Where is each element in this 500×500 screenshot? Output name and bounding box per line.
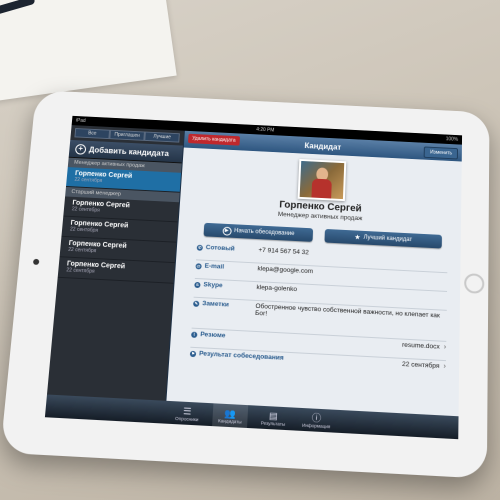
star-icon: ★ [354, 234, 361, 242]
flag-icon: ⚑ [189, 350, 197, 357]
chevron-right-icon: › [443, 343, 447, 351]
start-interview-button[interactable]: ▶ Начать обеседование [203, 222, 314, 242]
paperclip-icon: ⌇ [191, 331, 198, 338]
candidate-photo[interactable] [297, 158, 347, 202]
email-icon: @ [195, 262, 202, 269]
desk-paper [0, 0, 177, 104]
phone-icon: ✆ [196, 244, 203, 251]
clock: 4:20 PM [256, 126, 275, 134]
segment-best[interactable]: Лучшие [144, 131, 180, 143]
tab-questionnaires[interactable]: ☰ Опросники [169, 401, 205, 426]
home-button[interactable] [464, 273, 485, 294]
page-title: Кандидат [304, 140, 342, 152]
candidate-detail: Удалить кандидата Кандидат Изменить Горп… [166, 130, 462, 417]
segment-all[interactable]: Все [74, 128, 111, 140]
segment-invited[interactable]: Приглашен [109, 129, 145, 141]
notes-icon: ✎ [193, 300, 200, 307]
contact-fields: ✆ Сотовый +7 914 567 54 32 @ E-mail klepa@… [189, 241, 448, 380]
tab-results[interactable]: ▤ Результаты [255, 406, 291, 431]
delete-candidate-button[interactable]: Удалить кандидата [187, 133, 240, 146]
add-candidate-label: Добавить кандидата [88, 145, 170, 158]
results-icon: ▤ [268, 409, 279, 421]
camera [32, 258, 40, 265]
chevron-right-icon: › [443, 363, 446, 371]
phone-value: +7 914 567 54 32 [258, 246, 310, 257]
carrier: iPad [75, 117, 86, 124]
info-icon: ⓘ [311, 412, 322, 424]
people-icon: 👥 [224, 407, 237, 419]
ipad-frame: iPad 4:20 PM 100% Все Приглашен Лучшие +… [0, 90, 490, 479]
best-candidate-button[interactable]: ★ Лучший кандидат [324, 228, 442, 249]
skype-icon: S [194, 281, 201, 288]
pen [0, 0, 36, 23]
edit-button[interactable]: Изменить [424, 146, 459, 160]
tab-info[interactable]: ⓘ Информация [298, 408, 334, 433]
list-icon: ☰ [182, 405, 192, 417]
sidebar: Все Приглашен Лучшие + Добавить кандидат… [46, 125, 184, 401]
plus-icon: + [74, 143, 87, 155]
tab-candidates[interactable]: 👥 Кандидаты [212, 403, 249, 428]
battery: 100% [445, 136, 459, 143]
screen: iPad 4:20 PM 100% Все Приглашен Лучшие +… [44, 115, 463, 440]
play-icon: ▶ [221, 226, 232, 236]
